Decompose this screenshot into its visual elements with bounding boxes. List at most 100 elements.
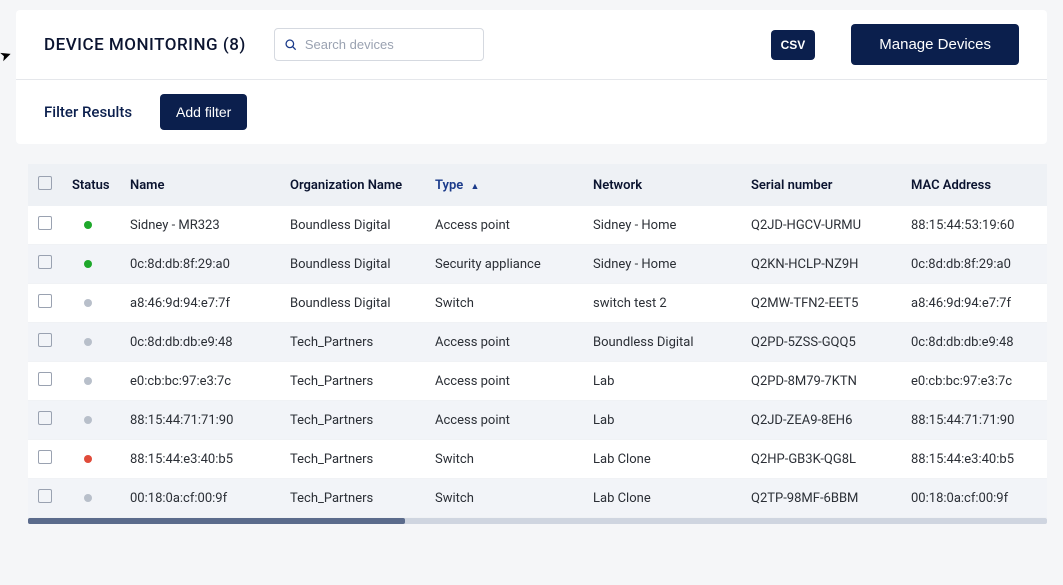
header-mac[interactable]: MAC Address [901,164,1047,206]
table-row: Sidney - MR323Boundless DigitalAccess po… [28,206,1047,245]
table-body: Sidney - MR323Boundless DigitalAccess po… [28,206,1047,518]
org-cell: Tech_Partners [280,401,425,440]
org-cell: Boundless Digital [280,284,425,323]
status-dot-gray [84,338,92,346]
header-status[interactable]: Status [62,164,120,206]
device-table: Status Name Organization Name Type ▲ Net… [28,164,1047,518]
org-cell: Tech_Partners [280,440,425,479]
status-dot-green [84,260,92,268]
device-name-cell: 0c:8d:db:db:e9:48 [120,323,280,362]
cursor-icon: ➤ [0,46,14,65]
network-cell: Lab [583,401,741,440]
table-row: 0c:8d:db:db:e9:48Tech_PartnersAccess poi… [28,323,1047,362]
manage-devices-button[interactable]: Manage Devices [851,24,1019,65]
serial-cell: Q2JD-HGCV-URMU [741,206,901,245]
network-cell: Lab Clone [583,440,741,479]
mac-cell: 00:18:0a:cf:00:9f [901,479,1047,518]
csv-button[interactable]: CSV [771,30,816,60]
mac-cell: 88:15:44:71:71:90 [901,401,1047,440]
status-dot-gray [84,494,92,502]
header-checkbox-cell [28,164,62,206]
serial-cell: Q2PD-8M79-7KTN [741,362,901,401]
network-cell: Sidney - Home [583,245,741,284]
device-name-cell: 0c:8d:db:8f:29:a0 [120,245,280,284]
mac-cell: a8:46:9d:94:e7:7f [901,284,1047,323]
mac-cell: 88:15:44:e3:40:b5 [901,440,1047,479]
device-name-cell: 88:15:44:71:71:90 [120,401,280,440]
horizontal-scrollbar-thumb[interactable] [28,518,405,524]
table-row: a8:46:9d:94:e7:7fBoundless DigitalSwitch… [28,284,1047,323]
row-checkbox[interactable] [38,216,52,230]
device-name-cell: a8:46:9d:94:e7:7f [120,284,280,323]
org-cell: Tech_Partners [280,323,425,362]
row-checkbox[interactable] [38,411,52,425]
page-title: DEVICE MONITORING (8) [44,35,246,55]
select-all-checkbox[interactable] [38,176,52,190]
table-header-row: Status Name Organization Name Type ▲ Net… [28,164,1047,206]
row-checkbox[interactable] [38,450,52,464]
org-cell: Tech_Partners [280,479,425,518]
serial-cell: Q2JD-ZEA9-8EH6 [741,401,901,440]
type-cell: Switch [425,440,583,479]
filter-bar: Filter Results Add filter [16,80,1047,144]
search-icon [284,38,298,52]
network-cell: Boundless Digital [583,323,741,362]
horizontal-scrollbar[interactable] [28,518,1047,524]
network-cell: switch test 2 [583,284,741,323]
table-row: 88:15:44:71:71:90Tech_PartnersAccess poi… [28,401,1047,440]
header-network[interactable]: Network [583,164,741,206]
status-dot-green [84,221,92,229]
type-cell: Access point [425,323,583,362]
sort-asc-icon: ▲ [471,182,480,192]
device-name-cell: Sidney - MR323 [120,206,280,245]
serial-cell: Q2MW-TFN2-EET5 [741,284,901,323]
status-dot-gray [84,377,92,385]
mac-cell: e0:cb:bc:97:e3:7c [901,362,1047,401]
device-name-cell: 00:18:0a:cf:00:9f [120,479,280,518]
add-filter-button[interactable]: Add filter [160,94,247,130]
row-checkbox[interactable] [38,333,52,347]
org-cell: Tech_Partners [280,362,425,401]
org-cell: Boundless Digital [280,206,425,245]
header-name[interactable]: Name [120,164,280,206]
search-wrap [274,28,484,61]
serial-cell: Q2HP-GB3K-QG8L [741,440,901,479]
device-name-cell: e0:cb:bc:97:e3:7c [120,362,280,401]
row-checkbox[interactable] [38,294,52,308]
table-row: 00:18:0a:cf:00:9fTech_PartnersSwitchLab … [28,479,1047,518]
table-row: 0c:8d:db:8f:29:a0Boundless DigitalSecuri… [28,245,1047,284]
header-type[interactable]: Type ▲ [425,164,583,206]
type-cell: Access point [425,401,583,440]
search-input[interactable] [274,28,484,61]
row-checkbox[interactable] [38,489,52,503]
device-table-wrap: Status Name Organization Name Type ▲ Net… [28,164,1047,518]
type-cell: Switch [425,479,583,518]
table-row: 88:15:44:e3:40:b5Tech_PartnersSwitchLab … [28,440,1047,479]
status-dot-red [84,455,92,463]
type-cell: Access point [425,362,583,401]
org-cell: Boundless Digital [280,245,425,284]
type-cell: Switch [425,284,583,323]
serial-cell: Q2PD-5ZSS-GQQ5 [741,323,901,362]
network-cell: Lab Clone [583,479,741,518]
network-cell: Sidney - Home [583,206,741,245]
table-row: e0:cb:bc:97:e3:7cTech_PartnersAccess poi… [28,362,1047,401]
status-dot-gray [84,299,92,307]
mac-cell: 88:15:44:53:19:60 [901,206,1047,245]
filter-results-link[interactable]: Filter Results [44,103,132,121]
row-checkbox[interactable] [38,255,52,269]
status-dot-gray [84,416,92,424]
mac-cell: 0c:8d:db:db:e9:48 [901,323,1047,362]
header-org[interactable]: Organization Name [280,164,425,206]
type-cell: Security appliance [425,245,583,284]
network-cell: Lab [583,362,741,401]
device-name-cell: 88:15:44:e3:40:b5 [120,440,280,479]
type-cell: Access point [425,206,583,245]
row-checkbox[interactable] [38,372,52,386]
mac-cell: 0c:8d:db:8f:29:a0 [901,245,1047,284]
header-type-label: Type [435,178,463,193]
serial-cell: Q2KN-HCLP-NZ9H [741,245,901,284]
serial-cell: Q2TP-98MF-6BBM [741,479,901,518]
header-serial[interactable]: Serial number [741,164,901,206]
top-bar: DEVICE MONITORING (8) CSV Manage Devices [16,10,1047,80]
